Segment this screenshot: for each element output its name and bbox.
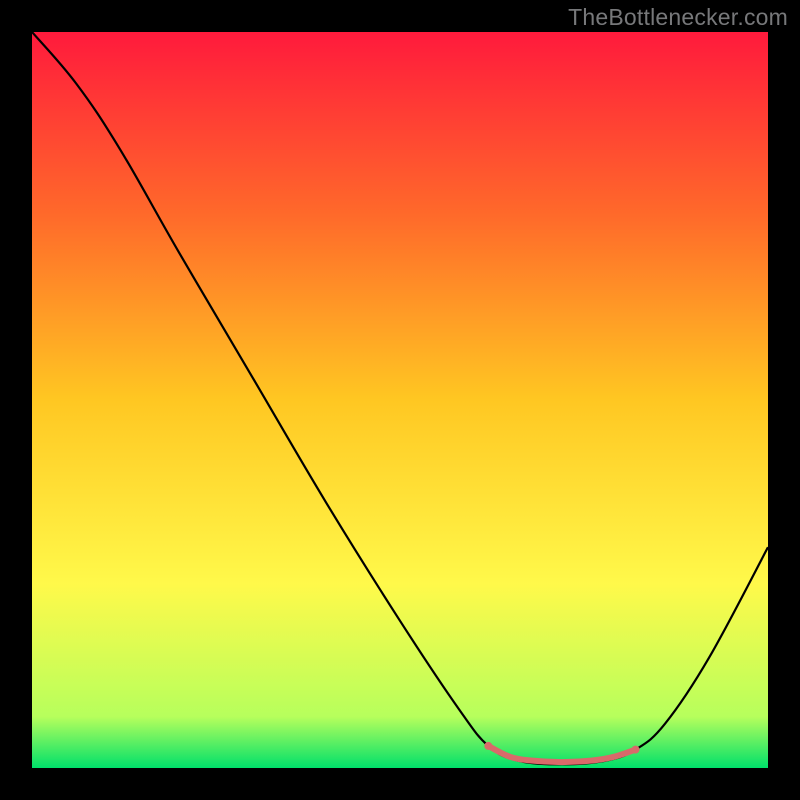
chart-svg — [32, 32, 768, 768]
chart-container: TheBottlenecker.com — [0, 0, 800, 800]
watermark-text: TheBottlenecker.com — [568, 4, 788, 31]
plot-area — [32, 32, 768, 768]
gradient-background — [32, 32, 768, 768]
